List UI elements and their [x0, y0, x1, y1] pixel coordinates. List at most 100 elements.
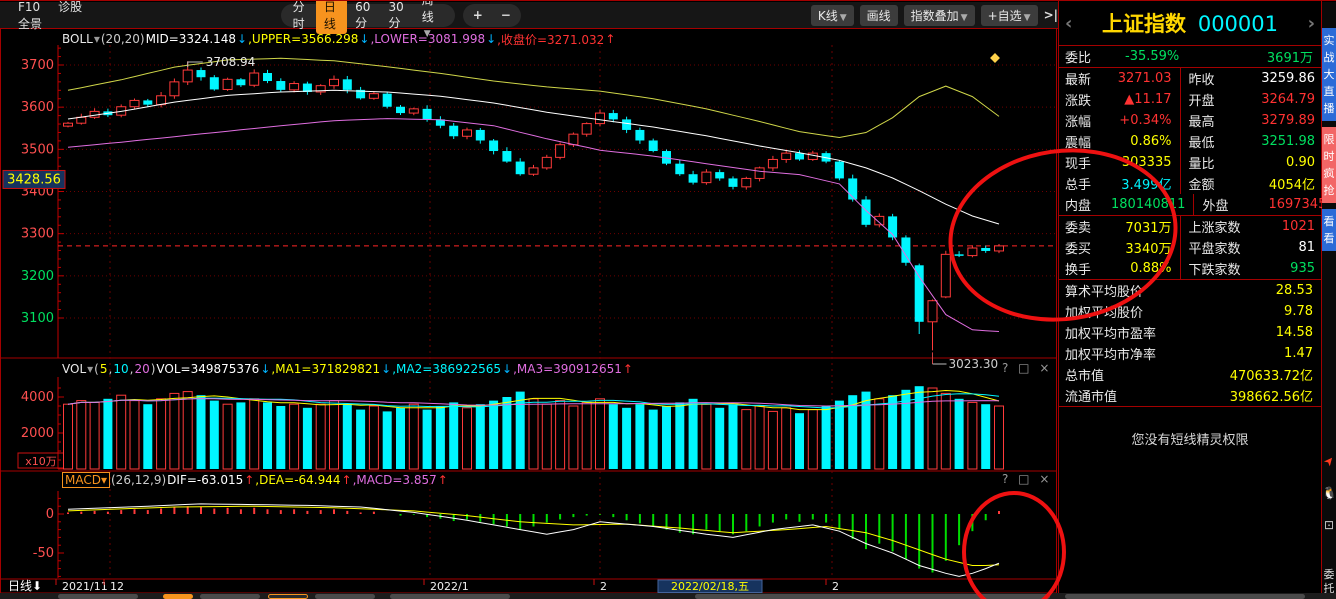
- toolbar-button-画线[interactable]: 画线: [860, 5, 898, 26]
- zoom-in-button[interactable]: +: [469, 8, 487, 22]
- toolbar-button-指数叠加[interactable]: 指数叠加▼: [904, 5, 975, 26]
- toolbar-left-items: F10诊股全景: [0, 0, 96, 32]
- svg-text:3200: 3200: [21, 269, 54, 284]
- crop-icon[interactable]: ⊡: [1322, 514, 1336, 536]
- quote-stat-rows: 算术平均股价28.53加权平均股价9.78加权平均市盈率14.58加权平均市净率…: [1059, 280, 1321, 407]
- indicator-text: ,MA1=371829821: [271, 362, 380, 376]
- quote-value: 303335: [1111, 155, 1180, 170]
- period-tab-30分[interactable]: 30分: [380, 0, 413, 33]
- indicator-text: ,DEA=-64.944: [255, 473, 340, 487]
- quote-label: 换手: [1059, 259, 1111, 278]
- indicator-text: ▾: [94, 32, 100, 46]
- taskbar-item[interactable]: [58, 594, 138, 599]
- quote-value: 3271.03: [1111, 71, 1180, 86]
- taskbar-item[interactable]: [163, 594, 193, 599]
- quote-value: 1021: [1255, 219, 1322, 234]
- stat-row: 算术平均股价28.53: [1059, 280, 1321, 301]
- indicator-text: ↑: [605, 32, 615, 46]
- collapse-panel-icon[interactable]: >|: [1044, 8, 1058, 22]
- svg-text:日线⬇: 日线⬇: [8, 579, 42, 593]
- taskbar-item[interactable]: [1065, 594, 1305, 599]
- kline-chart-canvas[interactable]: 37003600350034003300320031003428.563708.…: [0, 29, 1058, 599]
- quote-row: 内盘180140811外盘169734565: [1059, 194, 1321, 215]
- zoom-button-group: + −: [463, 4, 521, 27]
- next-stock-arrow-icon[interactable]: ›: [1308, 13, 1315, 34]
- ad-banner-2[interactable]: 看看: [1322, 209, 1336, 251]
- indicator-text: ↓: [381, 362, 391, 376]
- quote-row: 涨跌▲11.17开盘3264.79: [1059, 89, 1321, 110]
- quote-label: 委卖: [1059, 217, 1111, 236]
- indicator-text: MID=3324.148: [146, 32, 236, 46]
- quote-value: 180140811: [1111, 197, 1193, 212]
- taskbar-item[interactable]: [315, 594, 375, 599]
- indicator-text: ,: [130, 362, 134, 376]
- indicator-text: ,MACD=3.857: [353, 473, 437, 487]
- toolbar-right-buttons: K线▼ 画线指数叠加▼ +自选▼: [811, 5, 1038, 26]
- toolbar-item-0[interactable]: F10: [18, 0, 40, 14]
- indicator-text: ): [151, 362, 156, 376]
- weituo-button[interactable]: 委托: [1322, 568, 1336, 596]
- indicator-text: ↓: [486, 32, 496, 46]
- taskbar-item[interactable]: [200, 594, 260, 599]
- toolbar-button-+自选[interactable]: +自选▼: [981, 5, 1038, 26]
- svg-text:0: 0: [46, 507, 54, 522]
- quote-value: 0.90: [1255, 155, 1322, 170]
- quote-value: 3251.98: [1255, 134, 1322, 149]
- zoom-out-button[interactable]: −: [497, 8, 515, 22]
- chevron-down-icon: ▼: [840, 13, 847, 23]
- quote-value: 0.88%: [1111, 261, 1180, 276]
- taskbar-item[interactable]: [695, 594, 1050, 599]
- svg-text:x10万: x10万: [25, 455, 57, 468]
- svg-text:2022/1: 2022/1: [430, 580, 469, 593]
- svg-text:3428.56: 3428.56: [7, 172, 61, 187]
- svg-text:3600: 3600: [21, 100, 54, 115]
- top-toolbar: F10诊股全景 分时日线60分30分周线▼ + − K线▼画线指数叠加▼+自选▼…: [0, 2, 1058, 29]
- quote-value: 935: [1255, 261, 1322, 276]
- quote-value: 3.499亿: [1111, 174, 1180, 193]
- vol-pane-controls[interactable]: ? □ ×: [1002, 361, 1054, 375]
- macd-pane-controls[interactable]: ? □ ×: [1002, 472, 1054, 486]
- svg-text:3023.30: 3023.30: [949, 357, 999, 371]
- stat-label: 加权平均市净率: [1059, 344, 1156, 363]
- quote-value: 3259.86: [1255, 71, 1322, 86]
- indicator-text: 20: [134, 362, 149, 376]
- quote-value: 4054亿: [1255, 174, 1322, 193]
- quote-value: 81: [1255, 240, 1322, 255]
- svg-text:2000: 2000: [21, 426, 54, 441]
- stat-value: 14.58: [1156, 325, 1321, 340]
- indicator-text: ↑: [342, 473, 352, 487]
- boll-indicator-header[interactable]: BOLL▾ (20,20) MID=3324.148↓,UPPER=3566.2…: [62, 31, 616, 47]
- indicator-text: ↑: [438, 473, 448, 487]
- toolbar-button-K线[interactable]: K线▼: [811, 5, 854, 26]
- quote-label: 外盘: [1193, 194, 1268, 215]
- svg-text:3300: 3300: [21, 227, 54, 242]
- stat-value: 28.53: [1143, 283, 1321, 298]
- quote-value: ▲11.17: [1111, 92, 1180, 107]
- indicator-text: (20,20): [101, 32, 145, 46]
- quote-label: 最高: [1180, 110, 1255, 131]
- quote-order-rows: 委卖7031万上涨家数1021委买3340万平盘家数81换手0.88%下跌家数9…: [1059, 216, 1321, 280]
- toolbar-item-1[interactable]: 诊股: [58, 0, 82, 14]
- no-permission-notice: 您没有短线精灵权限: [1059, 429, 1321, 448]
- macd-indicator-header[interactable]: MACD▾ (26,12,9) DIF=-63.015↑,DEA=-64.944…: [62, 472, 449, 488]
- stat-label: 总市值: [1059, 365, 1104, 384]
- quote-label: 委比: [1059, 47, 1111, 66]
- quote-row: 现手303335量比0.90: [1059, 152, 1321, 173]
- stat-value: 470633.72亿: [1104, 365, 1321, 384]
- quote-row: 换手0.88%下跌家数935: [1059, 258, 1321, 279]
- svg-text:2021/11: 2021/11: [62, 580, 108, 593]
- vol-indicator-header[interactable]: VOL▾ (5,10,20) VOL=349875376↓,MA1=371829…: [62, 361, 634, 377]
- svg-text:12: 12: [110, 580, 124, 593]
- taskbar-item[interactable]: [390, 594, 510, 599]
- period-tab-60分[interactable]: 60分: [347, 0, 380, 33]
- svg-text:3708.94: 3708.94: [206, 55, 256, 69]
- taskbar-item[interactable]: [268, 594, 308, 599]
- ad-banner-1[interactable]: 限时疯抢: [1322, 127, 1336, 203]
- quote-row: 震幅0.86%最低3251.98: [1059, 131, 1321, 152]
- quote-label: 上涨家数: [1180, 216, 1255, 237]
- qq-icon[interactable]: 🐧: [1322, 482, 1336, 504]
- prev-stock-arrow-icon[interactable]: ‹: [1065, 13, 1072, 34]
- ad-banner-0[interactable]: 实战大直播: [1322, 28, 1336, 121]
- indicator-text: ,MA3=390912651: [513, 362, 622, 376]
- indicator-text: ,MA2=386922565: [392, 362, 501, 376]
